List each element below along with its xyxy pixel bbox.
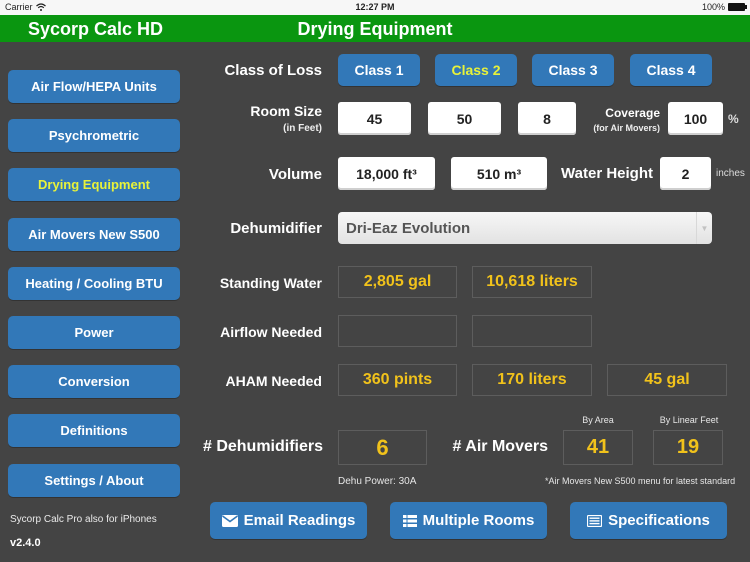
- air-movers-label: # Air Movers: [452, 438, 548, 455]
- water-height-label: Water Height: [561, 165, 653, 182]
- page-title: Drying Equipment: [297, 19, 453, 39]
- multiple-rooms-label: Multiple Rooms: [422, 512, 535, 529]
- envelope-icon: [221, 514, 238, 527]
- volume-m3-field: 510 m³: [451, 157, 547, 190]
- aham-needed-label: AHAM Needed: [225, 373, 322, 389]
- dehumidifiers-count: 6: [338, 430, 427, 465]
- sidebar-item-air-flow-hepa[interactable]: Air Flow/HEPA Units: [8, 70, 180, 103]
- standing-water-label: Standing Water: [219, 275, 322, 291]
- iphone-promo-note: Sycorp Calc Pro also for iPhones: [10, 514, 157, 525]
- coverage-label: Coverage (for Air Movers): [580, 106, 660, 133]
- dehumidifier-select[interactable]: Dri-Eaz Evolution ▼: [338, 212, 712, 244]
- dehumidifier-selected-value: Dri-Eaz Evolution: [346, 219, 471, 237]
- sidebar-item-heating-cooling[interactable]: Heating / Cooling BTU: [8, 267, 180, 300]
- title-bar: Sycorp Calc HD Drying Equipment: [0, 15, 750, 42]
- air-movers-standard-note: *Air Movers New S500 menu for latest sta…: [545, 476, 736, 486]
- class-3-button[interactable]: Class 3: [532, 54, 614, 86]
- standing-water-gal: 2,805 gal: [338, 266, 457, 298]
- by-linear-feet-label: By Linear Feet: [659, 415, 719, 425]
- version-label: v2.4.0: [10, 537, 41, 549]
- volume-label: Volume: [268, 166, 322, 183]
- airflow-needed-label: Airflow Needed: [220, 324, 322, 340]
- air-movers-by-area: 41: [563, 430, 633, 465]
- aham-pints: 360 pints: [338, 364, 457, 396]
- aham-gal: 45 gal: [607, 364, 727, 396]
- document-list-icon: [587, 514, 603, 527]
- room-width-input[interactable]: 50: [428, 102, 501, 135]
- dehu-power-note: Dehu Power: 30A: [338, 476, 417, 487]
- battery-status: 100%: [701, 2, 747, 12]
- dehumidifier-label: Dehumidifier: [230, 220, 322, 237]
- specifications-label: Specifications: [608, 512, 710, 529]
- sidebar-item-psychrometric[interactable]: Psychrometric: [8, 119, 180, 152]
- coverage-sublabel: (for Air Movers): [593, 123, 660, 133]
- coverage-title: Coverage: [605, 106, 660, 120]
- room-size-label: Room Size (in Feet): [200, 103, 322, 134]
- airflow-needed-field-1: [338, 315, 457, 347]
- chevron-down-icon: ▼: [696, 212, 712, 244]
- clock: 12:27 PM: [355, 2, 395, 12]
- coverage-unit: %: [728, 112, 739, 126]
- class-4-button[interactable]: Class 4: [630, 54, 712, 86]
- email-readings-button[interactable]: Email Readings: [210, 502, 367, 539]
- sidebar-item-drying-equipment[interactable]: Drying Equipment: [8, 168, 180, 201]
- specifications-button[interactable]: Specifications: [570, 502, 727, 539]
- volume-ft3-field: 18,000 ft³: [338, 157, 435, 190]
- coverage-input[interactable]: 100: [668, 102, 723, 135]
- list-icon: [402, 514, 417, 527]
- email-readings-label: Email Readings: [243, 512, 356, 529]
- room-size-sublabel: (in Feet): [283, 123, 322, 134]
- sidebar-item-power[interactable]: Power: [8, 316, 180, 349]
- status-bar: Carrier 12:27 PM 100%: [0, 0, 750, 15]
- class-of-loss-label: Class of Loss: [224, 62, 322, 79]
- sidebar-item-air-movers-s500[interactable]: Air Movers New S500: [8, 218, 180, 251]
- room-size-title: Room Size: [250, 103, 322, 119]
- sidebar-item-conversion[interactable]: Conversion: [8, 365, 180, 398]
- air-movers-by-linear-feet: 19: [653, 430, 723, 465]
- dehumidifiers-count-label: # Dehumidifiers: [202, 438, 323, 455]
- multiple-rooms-button[interactable]: Multiple Rooms: [390, 502, 547, 539]
- airflow-needed-field-2: [472, 315, 592, 347]
- room-length-input[interactable]: 45: [338, 102, 411, 135]
- class-2-button[interactable]: Class 2: [435, 54, 517, 86]
- battery-percent: 100%: [701, 2, 725, 12]
- battery-icon: [728, 3, 747, 11]
- water-height-unit: inches: [716, 168, 745, 179]
- water-height-input[interactable]: 2: [660, 157, 711, 190]
- class-1-button[interactable]: Class 1: [338, 54, 420, 86]
- sidebar-item-settings-about[interactable]: Settings / About: [8, 464, 180, 497]
- aham-liters: 170 liters: [472, 364, 592, 396]
- standing-water-liters: 10,618 liters: [472, 266, 592, 298]
- by-area-label: By Area: [582, 415, 614, 425]
- room-height-input[interactable]: 8: [518, 102, 576, 135]
- sidebar-item-definitions[interactable]: Definitions: [8, 414, 180, 447]
